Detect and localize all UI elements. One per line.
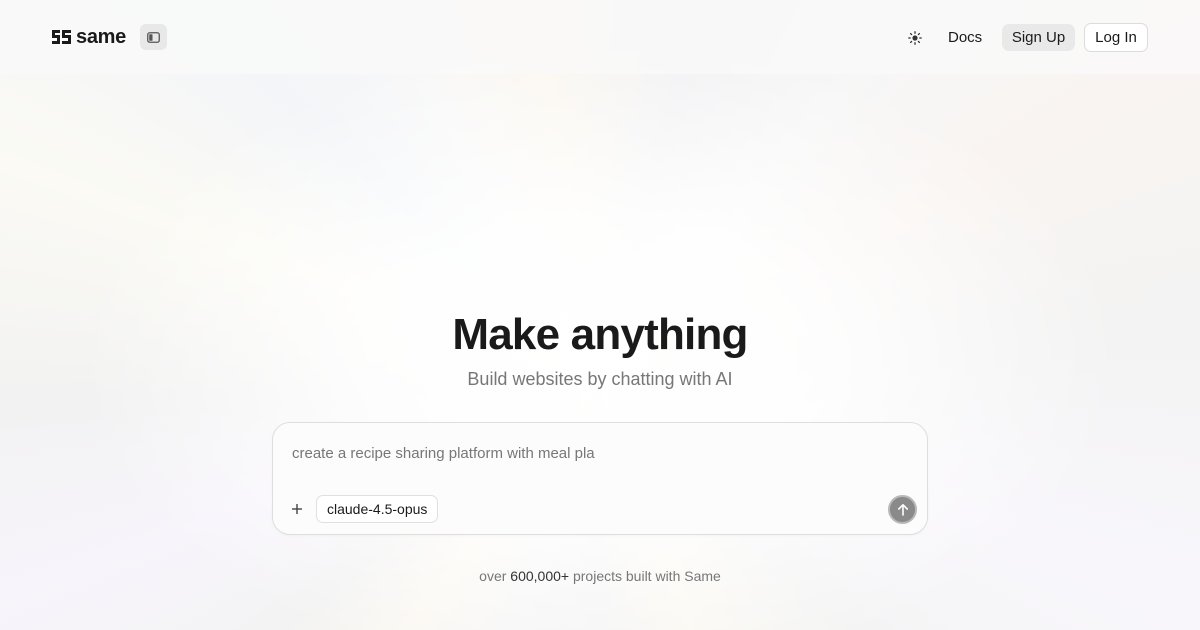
arrow-up-icon bbox=[897, 503, 908, 516]
logo-text: same bbox=[76, 25, 126, 48]
plus-icon bbox=[292, 504, 302, 514]
prompt-input-box[interactable]: create a recipe sharing platform with me… bbox=[272, 422, 928, 535]
add-attachment-button[interactable] bbox=[287, 499, 307, 519]
sidebar-toggle-button[interactable] bbox=[140, 24, 167, 50]
send-button[interactable] bbox=[888, 495, 917, 524]
theme-toggle-button[interactable] bbox=[904, 27, 926, 49]
projects-count-text: over 600,000+ projects built with Same bbox=[0, 568, 1200, 584]
logo-mark-icon bbox=[52, 30, 71, 44]
projects-count-suffix: projects built with Same bbox=[569, 568, 721, 584]
sun-icon bbox=[908, 31, 922, 45]
projects-count-number: 600,000+ bbox=[510, 568, 570, 584]
model-selector[interactable]: claude-4.5-opus bbox=[316, 495, 439, 523]
sidebar-toggle-icon bbox=[147, 31, 160, 43]
sign-up-button[interactable]: Sign Up bbox=[1002, 24, 1075, 51]
top-navigation: same Docs Sign Up Log In bbox=[0, 0, 1200, 74]
prompt-input[interactable]: create a recipe sharing platform with me… bbox=[292, 445, 595, 462]
hero-title: Make anything bbox=[452, 310, 748, 359]
docs-link[interactable]: Docs bbox=[940, 24, 990, 51]
projects-count-prefix: over bbox=[479, 568, 511, 584]
hero-subtitle: Build websites by chatting with AI bbox=[467, 369, 733, 389]
log-in-button[interactable]: Log In bbox=[1084, 23, 1148, 52]
same-logo[interactable]: same bbox=[52, 26, 126, 48]
